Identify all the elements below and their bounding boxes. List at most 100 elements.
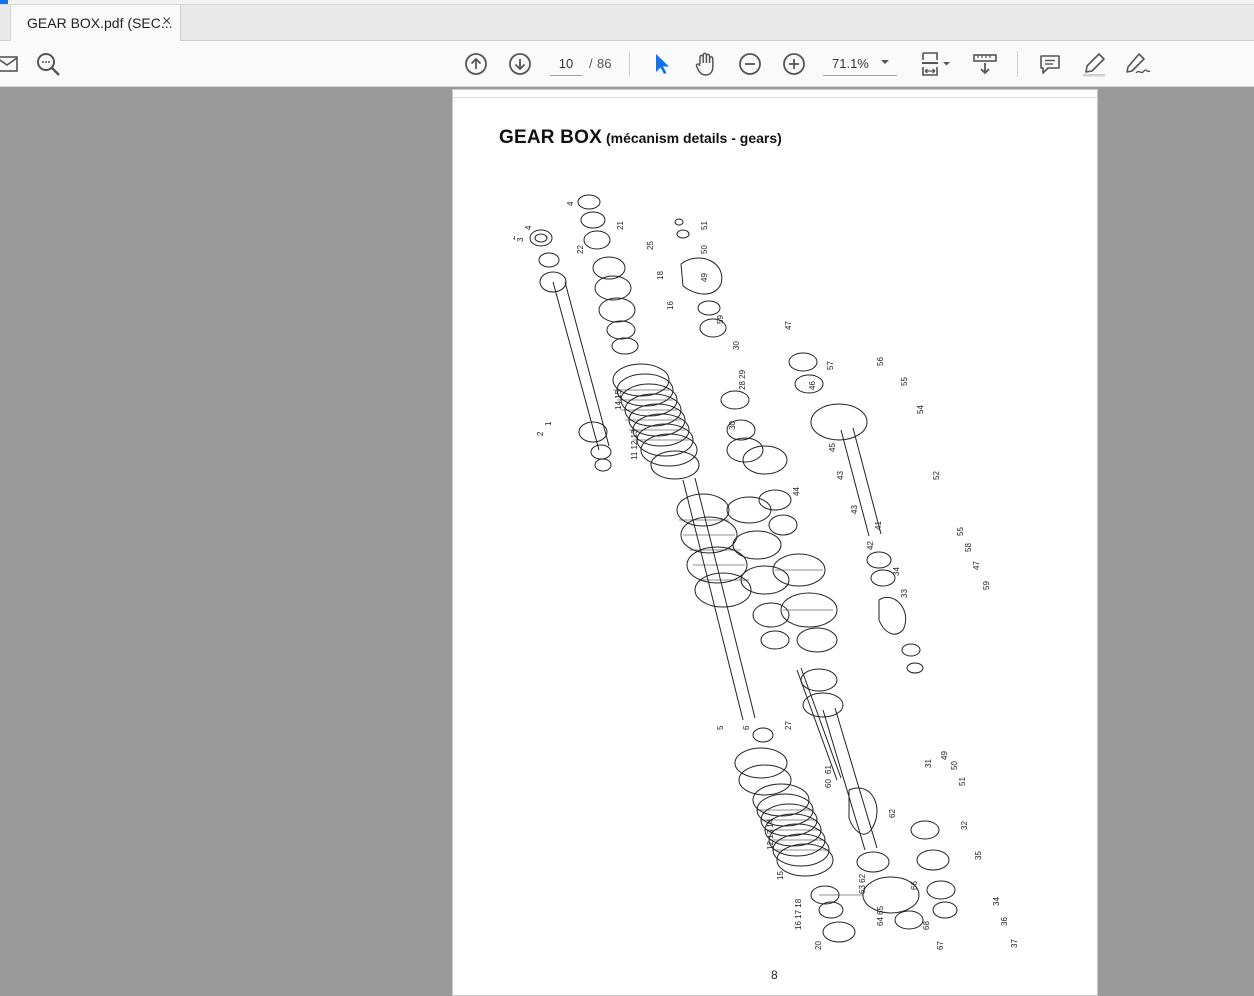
previous-page-button[interactable] <box>461 49 491 79</box>
hand-tool-button[interactable] <box>691 49 721 79</box>
svg-text:6: 6 <box>742 725 751 730</box>
svg-text:42: 42 <box>866 541 875 550</box>
highlight-pen-icon <box>1083 53 1105 77</box>
svg-text:60: 60 <box>824 779 833 788</box>
comment-button[interactable] <box>1035 49 1065 79</box>
comment-icon <box>1040 55 1060 74</box>
svg-text:21: 21 <box>616 221 625 230</box>
toolbar: / 86 71.1% <box>0 41 1254 87</box>
sign-icon <box>1126 53 1151 74</box>
svg-text:63 62: 63 62 <box>858 873 867 894</box>
svg-text:30: 30 <box>732 341 741 350</box>
page-fit-icon <box>922 52 950 76</box>
svg-text:54: 54 <box>916 405 925 414</box>
svg-text:68: 68 <box>922 921 931 930</box>
svg-text:15: 15 <box>776 871 785 880</box>
zoom-in-icon <box>783 53 805 75</box>
svg-text:32: 32 <box>960 821 969 830</box>
document-tab[interactable]: GEAR BOX.pdf (SEC... × <box>10 5 181 41</box>
zoom-in-button[interactable] <box>779 49 809 79</box>
svg-text:41: 41 <box>874 521 883 530</box>
select-cursor-icon <box>656 54 669 74</box>
svg-text:61: 61 <box>824 765 833 774</box>
svg-text:46: 46 <box>808 381 817 390</box>
hand-icon <box>695 52 714 76</box>
svg-text:31: 31 <box>924 759 933 768</box>
tab-title: GEAR BOX.pdf (SEC... <box>27 15 173 31</box>
svg-text:43: 43 <box>836 471 845 480</box>
svg-text:3: 3 <box>516 237 525 242</box>
tab-bar: GEAR BOX.pdf (SEC... × <box>0 5 1254 41</box>
page-number-input[interactable] <box>550 52 582 76</box>
page-total: 86 <box>597 56 612 71</box>
select-tool-button[interactable] <box>647 49 677 79</box>
zoom-out-button[interactable] <box>735 49 765 79</box>
svg-text:28 29: 28 29 <box>738 369 747 390</box>
zoom-select[interactable]: 71.1% <box>823 52 897 76</box>
app-accent-mark <box>0 0 8 4</box>
zoom-value: 71.1% <box>832 56 869 71</box>
chevron-down-icon <box>881 60 889 64</box>
search-icon[interactable] <box>33 49 63 79</box>
svg-text:12 13 14: 12 13 14 <box>766 818 775 850</box>
svg-text:47: 47 <box>972 561 981 570</box>
svg-text:33: 33 <box>900 589 909 598</box>
svg-text:4: 4 <box>566 201 575 206</box>
scroll-mode-icon <box>973 54 997 75</box>
svg-text:25: 25 <box>646 241 655 250</box>
svg-text:49: 49 <box>940 751 949 760</box>
svg-text:55: 55 <box>900 377 909 386</box>
svg-text:59: 59 <box>716 315 725 324</box>
next-page-button[interactable] <box>505 49 535 79</box>
title-main: GEAR BOX <box>499 127 602 148</box>
toolbar-divider <box>629 51 630 77</box>
svg-text:45: 45 <box>828 443 837 452</box>
page-fit-button[interactable] <box>918 49 954 79</box>
page-top-edge <box>453 90 1097 98</box>
svg-text:44: 44 <box>792 487 801 496</box>
title-sub: (mécanism details - gears) <box>605 130 782 146</box>
svg-text:18: 18 <box>656 271 665 280</box>
svg-text:50: 50 <box>950 761 959 770</box>
svg-text:34: 34 <box>892 567 901 576</box>
mail-icon[interactable] <box>0 49 22 79</box>
svg-text:51: 51 <box>958 777 967 786</box>
svg-text:34: 34 <box>992 897 1001 906</box>
svg-text:2: 2 <box>536 431 545 436</box>
exploded-gear-diagram: 2 3 4 2 1 4 22 21 25 18 16 14 15 11 12 1… <box>513 194 1019 950</box>
svg-text:59: 59 <box>982 581 991 590</box>
svg-text:43: 43 <box>850 505 859 514</box>
svg-text:57: 57 <box>826 361 835 370</box>
svg-text:58: 58 <box>964 543 973 552</box>
scroll-mode-button[interactable] <box>970 49 1000 79</box>
svg-text:14 15: 14 15 <box>614 389 623 410</box>
svg-text:62: 62 <box>888 809 897 818</box>
tab-close-icon[interactable]: × <box>162 12 171 32</box>
svg-text:16: 16 <box>666 301 675 310</box>
svg-text:27: 27 <box>784 721 793 730</box>
page-separator: / <box>589 56 593 71</box>
svg-text:64 65: 64 65 <box>876 905 885 926</box>
svg-text:50: 50 <box>700 245 709 254</box>
arrow-down-circle-icon <box>509 53 531 75</box>
highlight-button[interactable] <box>1079 49 1109 79</box>
svg-text:67: 67 <box>936 941 945 950</box>
svg-text:4: 4 <box>524 225 533 230</box>
svg-text:52: 52 <box>932 471 941 480</box>
svg-text:66: 66 <box>910 881 919 890</box>
svg-text:1: 1 <box>544 421 553 426</box>
svg-text:22: 22 <box>576 245 585 254</box>
pdf-page: GEAR BOX (mécanism details - gears) 3 4 … <box>452 89 1098 996</box>
arrow-up-circle-icon <box>465 53 487 75</box>
svg-text:56: 56 <box>876 357 885 366</box>
svg-text:37: 37 <box>1010 939 1019 948</box>
sign-button[interactable] <box>1122 49 1152 79</box>
svg-text:5: 5 <box>716 725 725 730</box>
svg-text:55: 55 <box>956 527 965 536</box>
svg-text:20: 20 <box>814 941 823 950</box>
svg-text:51: 51 <box>700 221 709 230</box>
toolbar-divider <box>1017 51 1018 77</box>
svg-text:30: 30 <box>728 421 737 430</box>
svg-text:11 12 13: 11 12 13 <box>630 429 639 460</box>
svg-text:49: 49 <box>700 273 709 282</box>
